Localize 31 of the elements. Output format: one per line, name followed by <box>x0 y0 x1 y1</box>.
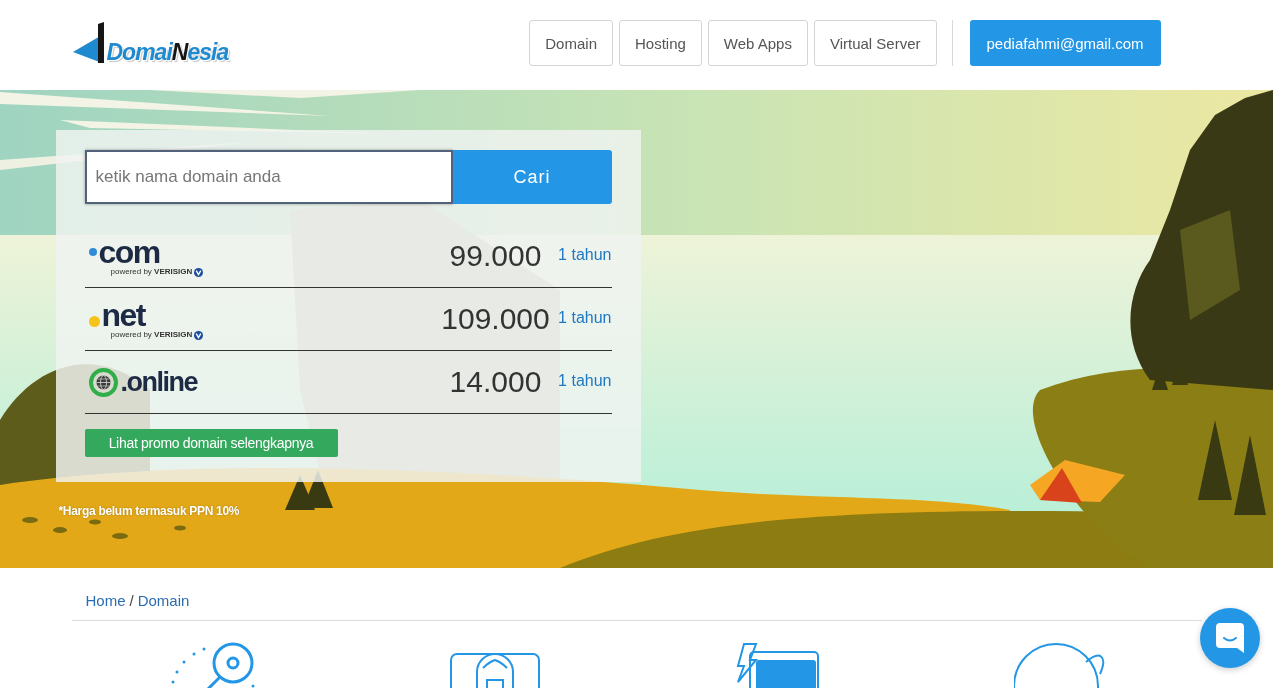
promo-button[interactable]: Lihat promo domain selengkapnya <box>84 429 338 457</box>
chevron-badge-icon <box>194 267 204 277</box>
tld-name: com <box>98 235 160 268</box>
search-button[interactable]: Cari <box>452 150 612 204</box>
breadcrumb-separator: / <box>129 591 134 609</box>
chevron-badge-icon <box>194 330 204 340</box>
price-text: 109.000 <box>440 302 551 336</box>
chat-button[interactable] <box>1200 608 1260 668</box>
footnote-text: *Harga belum termasuk PPN 10% <box>58 504 240 518</box>
chat-bubble-icon <box>1216 623 1244 653</box>
logo-text: DomaiNesia <box>106 39 229 65</box>
period-label: 1 tahun <box>557 372 612 390</box>
price-text: 99.000 <box>448 239 543 273</box>
period-label: 1 tahun <box>557 309 612 327</box>
period-label: 1 tahun <box>557 246 612 264</box>
nav-button[interactable]: Domain <box>529 20 613 66</box>
nav-button[interactable]: Hosting <box>618 20 702 66</box>
registry-tagline: powered by VERISIGN <box>110 268 193 276</box>
registry-tagline: powered by VERISIGN <box>110 331 193 339</box>
domain-search-field[interactable]: ketik nama domain anda <box>84 150 453 204</box>
logo-icon <box>72 22 105 64</box>
breadcrumb-link[interactable]: Domain <box>137 591 190 609</box>
nav-button[interactable]: Web Apps <box>707 20 808 66</box>
globe-icon <box>88 367 118 397</box>
tld-name: net <box>101 298 145 331</box>
price-text: 14.000 <box>448 365 543 399</box>
account-button[interactable]: pediafahmi@gmail.com <box>969 20 1161 66</box>
tld-name: .online <box>120 368 197 396</box>
planet-icon <box>1014 640 1107 688</box>
nav-button[interactable]: Virtual Server <box>813 20 937 66</box>
breadcrumb-link[interactable]: Home <box>85 591 126 609</box>
